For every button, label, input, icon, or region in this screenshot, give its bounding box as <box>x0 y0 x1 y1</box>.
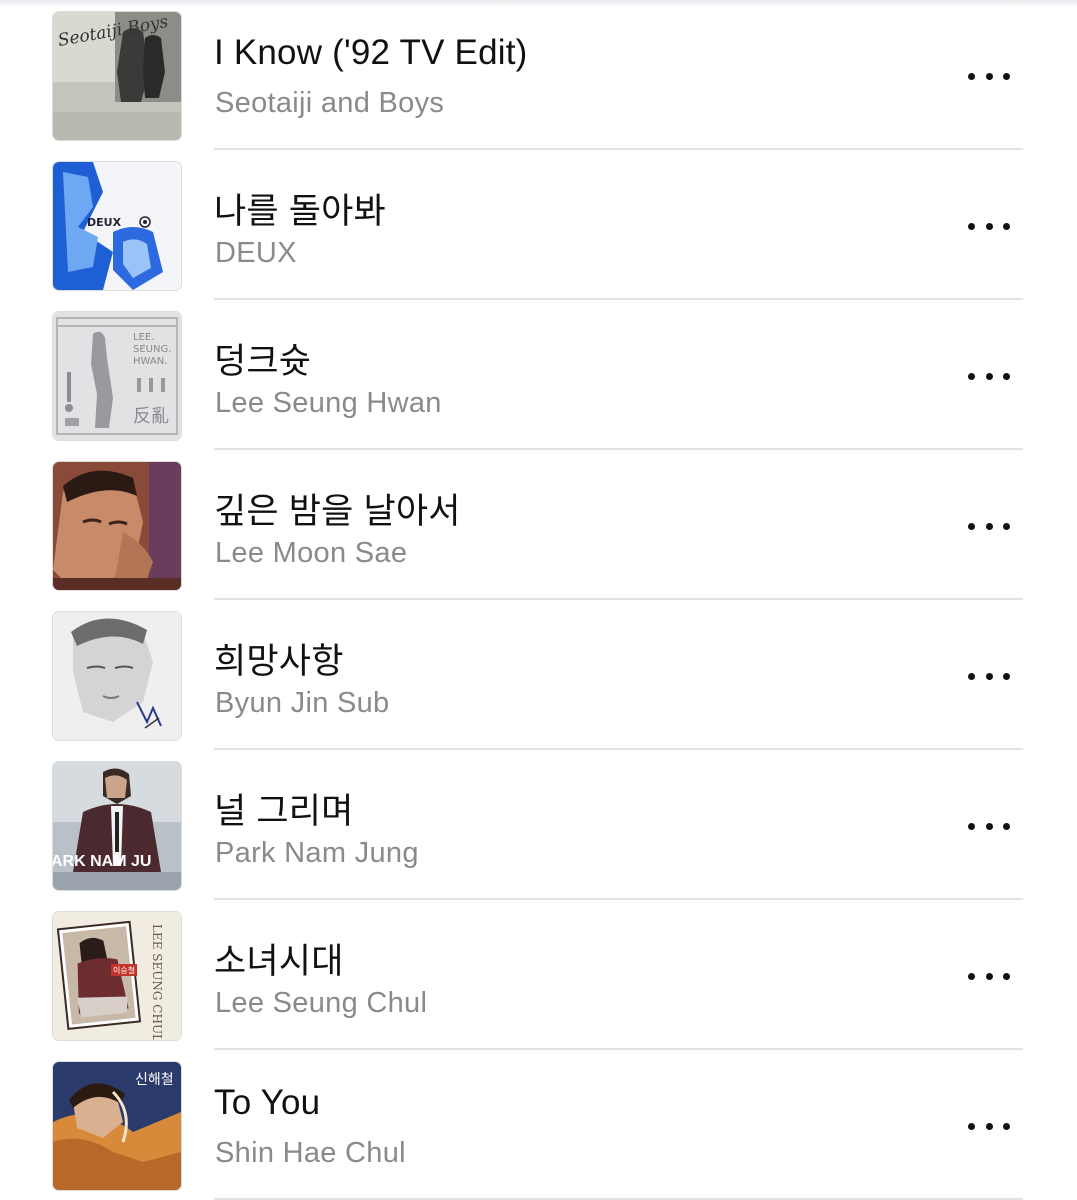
album-art-lettering: LEE. <box>133 332 154 343</box>
album-art[interactable]: Seotaiji Boys <box>53 12 181 140</box>
ellipsis-icon <box>968 822 975 830</box>
track-title: 희망사항 <box>214 642 344 681</box>
ellipsis-icon <box>968 72 975 80</box>
ellipsis-icon <box>968 372 975 380</box>
track-title: 나를 돌아봐 <box>214 192 386 231</box>
more-options-button[interactable] <box>964 61 1014 91</box>
track-artist: Byun Jin Sub <box>215 687 390 719</box>
track-title: 깊은 밤을 날아서 <box>214 492 461 531</box>
album-art[interactable]: 신해철 <box>53 1062 181 1190</box>
more-options-button[interactable] <box>964 211 1014 241</box>
album-art-lettering: 이승철 <box>113 965 135 975</box>
album-art[interactable]: ARK NAM JU <box>53 762 181 890</box>
track-row[interactable]: 깊은 밤을 날아서 Lee Moon Sae <box>0 450 1077 600</box>
ellipsis-icon <box>968 972 975 980</box>
track-row[interactable]: 신해철 To You Shin Hae Chul <box>0 1050 1077 1200</box>
track-title: 소녀시대 <box>214 942 344 981</box>
track-artist: DEUX <box>215 237 297 269</box>
ellipsis-icon <box>968 672 975 680</box>
album-art-lettering: SEUNG. <box>133 344 171 355</box>
album-art-lettering: HWAN. <box>133 356 167 367</box>
track-title: 덩크슛 <box>214 342 312 381</box>
track-row[interactable]: 이승철 LEE SEUNG CHUL 소녀시대 Lee Seung Chul <box>0 900 1077 1050</box>
more-options-button[interactable] <box>964 811 1014 841</box>
album-art-lettering: DEUX <box>87 216 122 229</box>
album-art[interactable] <box>53 462 181 590</box>
track-artist: Shin Hae Chul <box>215 1137 406 1169</box>
track-artist: Park Nam Jung <box>215 837 419 869</box>
track-row[interactable]: DEUX 나를 돌아봐 DEUX <box>0 150 1077 300</box>
ellipsis-icon <box>968 1122 975 1130</box>
track-row[interactable]: LEE. SEUNG. HWAN. 反亂 덩크슛 Lee Seung Hwan <box>0 300 1077 450</box>
ellipsis-icon <box>968 222 975 230</box>
track-title: I Know ('92 TV Edit) <box>214 33 528 72</box>
album-art[interactable]: 이승철 LEE SEUNG CHUL <box>53 912 181 1040</box>
more-options-button[interactable] <box>964 961 1014 991</box>
track-title: 널 그리며 <box>214 792 354 831</box>
track-row[interactable]: 희망사항 Byun Jin Sub <box>0 600 1077 750</box>
track-title: To You <box>214 1083 321 1122</box>
album-art-lettering: 反亂 <box>133 406 169 427</box>
track-row[interactable]: Seotaiji Boys I Know ('92 TV Edit) Seota… <box>0 0 1077 150</box>
track-artist: Lee Seung Chul <box>215 987 428 1019</box>
track-artist: Seotaiji and Boys <box>215 87 445 119</box>
album-art-lettering: 신해철 <box>135 1072 174 1088</box>
ellipsis-icon <box>968 522 975 530</box>
album-art[interactable]: LEE. SEUNG. HWAN. 反亂 <box>53 312 181 440</box>
album-art[interactable] <box>53 612 181 740</box>
track-artist: Lee Moon Sae <box>215 537 408 569</box>
track-row[interactable]: ARK NAM JU 널 그리며 Park Nam Jung <box>0 750 1077 900</box>
more-options-button[interactable] <box>964 661 1014 691</box>
album-art[interactable]: DEUX <box>53 162 181 290</box>
more-options-button[interactable] <box>964 361 1014 391</box>
album-art-lettering: LEE SEUNG CHUL <box>150 924 164 1040</box>
album-art-lettering: ARK NAM JU <box>53 853 151 870</box>
track-artist: Lee Seung Hwan <box>215 387 442 419</box>
more-options-button[interactable] <box>964 1111 1014 1141</box>
more-options-button[interactable] <box>964 511 1014 541</box>
